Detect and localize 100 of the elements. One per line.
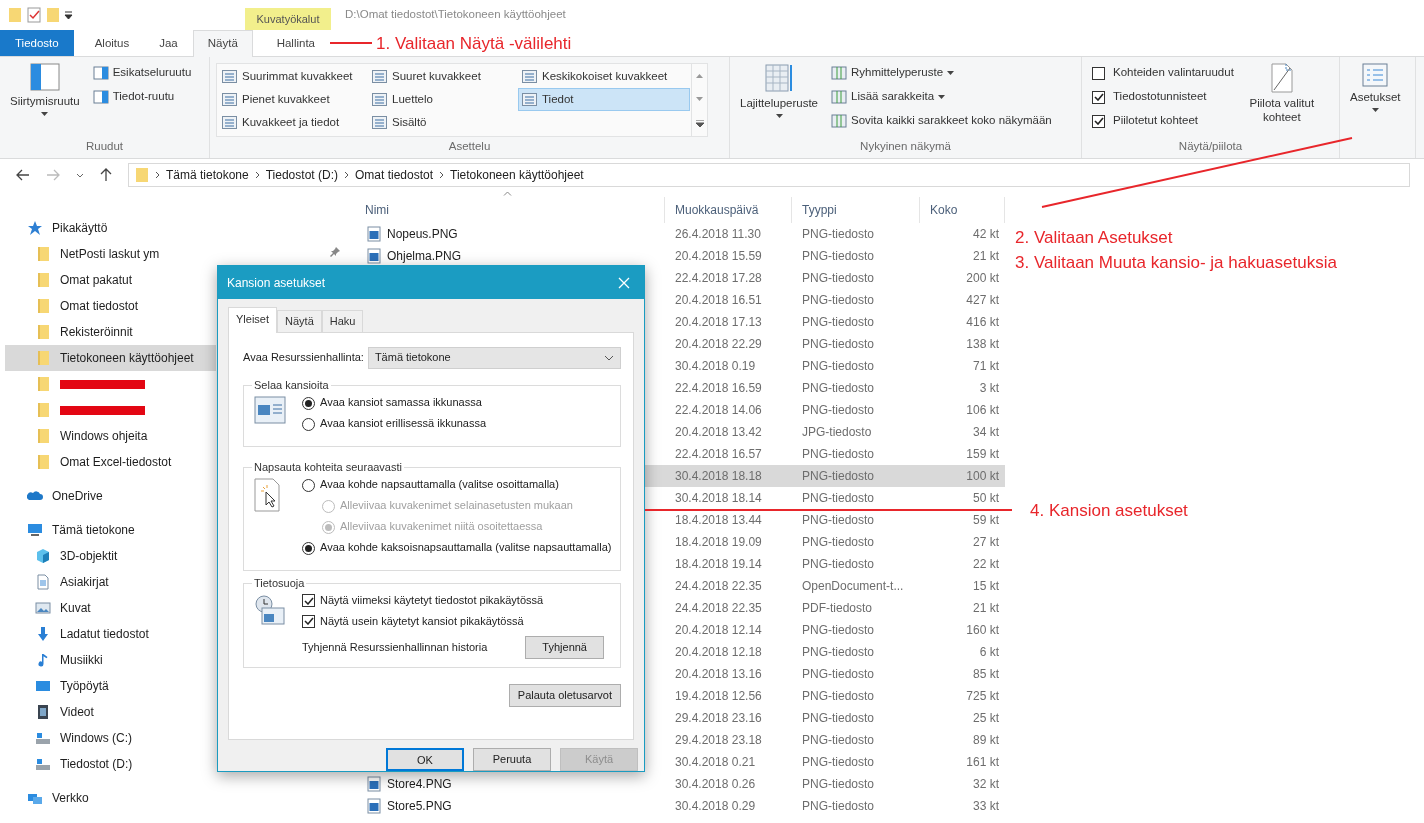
dialog-button[interactable]: Peruuta	[473, 748, 551, 771]
dropdown-field[interactable]: Tämä tietokone	[367, 346, 621, 369]
date-cell-text: 30.4.2018 0.21	[674, 754, 757, 771]
type-cell-text: PNG-tiedosto	[801, 446, 876, 463]
pane-button[interactable]: Esikatseluruutu	[89, 61, 195, 85]
checkbox[interactable]	[1092, 90, 1105, 104]
nav-item[interactable]: Asiakirjat	[5, 569, 216, 595]
nav-item[interactable]: Pikakäyttö	[5, 215, 216, 241]
nav-item[interactable]: 3D-objektit	[5, 543, 216, 569]
breadcrumb-item[interactable]: Tietokoneen käyttöohjeet	[450, 166, 584, 184]
nav-item[interactable]: Videot	[5, 699, 216, 725]
nav-item[interactable]: Rekisteröinnit	[5, 319, 216, 345]
dialog-button[interactable]: OK	[386, 748, 464, 771]
film-icon	[35, 704, 51, 720]
navigation-pane-button[interactable]: Siirtymisruutu	[6, 61, 84, 138]
ribbon-tab[interactable]: Näytä	[192, 30, 253, 57]
nav-item[interactable]: Windows (C:)	[5, 725, 216, 751]
nav-item[interactable]: Verkko	[5, 785, 216, 811]
file-row[interactable]: Store4.PNG 30.4.2018 0.26 PNG-tiedosto 32 kt	[355, 773, 1005, 795]
breadcrumb-item[interactable]: Tiedostot (D:)	[265, 166, 338, 184]
dialog-tab[interactable]: Yleiset	[228, 307, 278, 333]
column-header[interactable]: Nimi	[355, 197, 665, 223]
date-cell-text: 22.4.2018 14.06	[674, 402, 763, 419]
checkbox-label: Näytä usein käytetyt kansiot pikakäytössä	[320, 614, 524, 629]
checkbox[interactable]	[1092, 114, 1105, 128]
date-cell-text: 30.4.2018 18.14	[674, 490, 763, 507]
nav-item[interactable]: Tiedostot (D:)	[5, 751, 216, 777]
view-option-button[interactable]: Ryhmittelyperuste	[828, 61, 1055, 85]
breadcrumb-item[interactable]: Omat tiedostot	[354, 166, 433, 184]
folder-icon	[35, 376, 51, 392]
dialog-tab[interactable]: Haku	[321, 310, 364, 332]
nav-item[interactable]: NetPosti laskut ym	[5, 241, 216, 267]
chevron-icon	[254, 171, 260, 179]
caret-icon	[1371, 107, 1379, 112]
nav-item[interactable]: Kuvat	[5, 595, 216, 621]
type-cell-text: PNG-tiedosto	[801, 688, 876, 705]
ribbon-tab[interactable]: Tiedosto	[0, 30, 74, 56]
layout-option[interactable]: Pienet kuvakkeet	[218, 88, 368, 111]
recent-caret-icon[interactable]	[76, 172, 84, 178]
scroll-down-icon[interactable]	[696, 96, 703, 101]
radio-button[interactable]	[302, 541, 315, 555]
file-row[interactable]: Store5.PNG 30.4.2018 0.29 PNG-tiedosto 33 kt	[355, 795, 1005, 817]
ribbon-tab[interactable]: Jaa	[144, 30, 193, 56]
column-header[interactable]: Tyyppi	[792, 197, 920, 223]
layout-option[interactable]: Tiedot	[518, 88, 690, 111]
view-option-button[interactable]: Sovita kaikki sarakkeet koko näkymään	[828, 109, 1055, 133]
breadcrumb-item[interactable]: Tämä tietokone	[166, 166, 249, 184]
nav-item[interactable]: Omat pakatut	[5, 267, 216, 293]
checkbox[interactable]	[302, 614, 315, 628]
up-arrow-icon[interactable]	[100, 168, 112, 182]
address-bar[interactable]: Tämä tietokone Tiedostot (D:) Omat tiedostot Tietokoneen käyttöohjeet	[128, 163, 1410, 187]
column-header[interactable]: Muokkauspäivä	[665, 197, 792, 223]
radio-label: Avaa kansiot samassa ikkunassa	[320, 395, 482, 410]
view-layout-icon	[222, 116, 237, 129]
nav-item[interactable]: Tämä tietokone	[5, 517, 216, 543]
expand-icon[interactable]	[695, 119, 704, 127]
hide-selected-button[interactable]: Piilota valitut kohteet	[1239, 61, 1324, 138]
radio-button[interactable]	[302, 396, 315, 410]
layout-option[interactable]: Sisältö	[368, 111, 518, 134]
properties-check-icon[interactable]	[26, 7, 42, 23]
nav-item[interactable]: OneDrive	[5, 483, 216, 509]
checkbox[interactable]	[1092, 66, 1105, 80]
layout-option[interactable]: Keskikokoiset kuvakkeet	[518, 65, 690, 88]
file-row[interactable]: Nopeus.PNG 26.4.2018 11.30 PNG-tiedosto 42 kt	[355, 223, 1005, 245]
nav-item[interactable]: Omat tiedostot	[5, 293, 216, 319]
restore-defaults-button[interactable]: Palauta oletusarvot	[508, 683, 621, 707]
type-cell-text: PNG-tiedosto	[801, 798, 876, 815]
image-file-icon	[367, 798, 381, 814]
options-button[interactable]: Asetukset	[1346, 61, 1405, 138]
file-row[interactable]: Ohjelma.PNG 20.4.2018 15.59 PNG-tiedosto 21 kt	[355, 245, 1005, 267]
customize-caret-icon[interactable]	[64, 10, 73, 20]
layout-option[interactable]: Suuret kuvakkeet	[368, 65, 518, 88]
nav-item[interactable]: Tietokoneen käyttöohjeet	[5, 345, 216, 371]
radio-button[interactable]	[302, 417, 315, 431]
type-cell-text: PNG-tiedosto	[801, 314, 876, 331]
close-icon	[618, 276, 630, 289]
layout-option[interactable]: Suurimmat kuvakkeet	[218, 65, 368, 88]
group-label: Ruudut	[84, 139, 125, 154]
nav-item[interactable]: Musiikki	[5, 647, 216, 673]
layout-option[interactable]: Luettelo	[368, 88, 518, 111]
nav-item[interactable]: Työpöytä	[5, 673, 216, 699]
view-option-button[interactable]: Lisää sarakkeita	[828, 85, 1055, 109]
ribbon-tab[interactable]: Aloitus	[79, 30, 145, 56]
nav-item[interactable]: Windows ohjeita	[5, 423, 216, 449]
scroll-up-icon[interactable]	[696, 73, 703, 78]
clear-button[interactable]: Tyhjennä	[525, 635, 604, 659]
column-header[interactable]: Koko	[920, 197, 1005, 223]
layout-option[interactable]: Kuvakkeet ja tiedot	[218, 111, 368, 134]
cursor-page-icon	[254, 477, 280, 512]
folder-icon	[8, 7, 22, 23]
pane-button[interactable]: Tiedot-ruutu	[89, 85, 195, 109]
radio-button[interactable]	[302, 478, 315, 492]
sort-by-button[interactable]: Lajitteluperuste	[736, 61, 822, 138]
nav-item[interactable]: Ladatut tiedostot	[5, 621, 216, 647]
checkbox[interactable]	[302, 594, 315, 608]
clear-history-label: Tyhjennä Resurssienhallinnan historia	[302, 639, 488, 655]
back-arrow-icon[interactable]	[16, 169, 30, 181]
dialog-tab[interactable]: Näytä	[277, 310, 322, 332]
ribbon-tab[interactable]: Hallinta	[252, 30, 339, 56]
nav-item[interactable]: Omat Excel-tiedostot	[5, 449, 216, 475]
